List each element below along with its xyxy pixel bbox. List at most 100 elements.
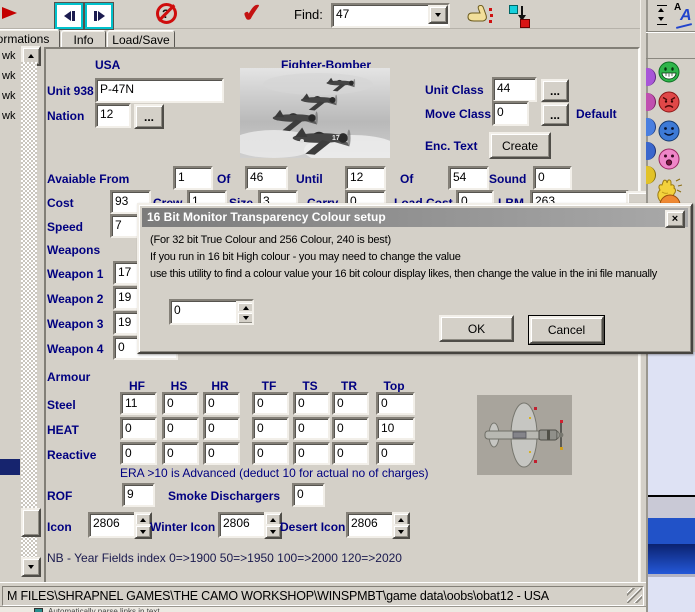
move-class-browse-button[interactable]: ... <box>541 103 569 126</box>
steel-top[interactable]: 0 <box>376 392 415 415</box>
steel-hs[interactable]: 0 <box>162 392 199 415</box>
find-combobox[interactable]: 47 <box>331 3 450 28</box>
status-bar: M FILES\SHRAPNEL GAMES\THE CAMO WORKSHOP… <box>0 582 646 607</box>
armour-col-hr: HR <box>203 379 237 393</box>
next-unit-button[interactable] <box>85 3 113 29</box>
prev-unit-button[interactable] <box>55 3 83 29</box>
smiley-partial-blue2[interactable] <box>646 142 656 160</box>
reactive-hs[interactable]: 0 <box>162 442 199 465</box>
dialog-close-button[interactable]: × <box>665 210 685 228</box>
unit-class-field[interactable]: 44 <box>492 77 537 102</box>
icon-label: Icon <box>47 520 72 534</box>
pointing-hand-icon[interactable] <box>466 5 494 25</box>
scrollbar-track[interactable] <box>21 62 37 557</box>
nation-field[interactable]: 12 <box>95 103 131 128</box>
unit-name-field[interactable]: P-47N <box>95 78 224 103</box>
status-field: M FILES\SHRAPNEL GAMES\THE CAMO WORKSHOP… <box>2 586 644 606</box>
heat-ts[interactable]: 0 <box>293 417 330 440</box>
smiley-partial-purple[interactable] <box>646 68 656 86</box>
available-from-label: Avaiable From <box>47 172 129 186</box>
reactive-hf[interactable]: 0 <box>120 442 157 465</box>
reactive-hr[interactable]: 0 <box>203 442 240 465</box>
smoke-label: Smoke Dischargers <box>168 489 280 503</box>
sliver-text: Automatically parse links in text <box>48 607 160 612</box>
font-color-icon[interactable]: A A <box>674 2 694 30</box>
unit-list[interactable]: wk wk wk wk <box>0 47 20 580</box>
sound-field[interactable]: 0 <box>533 166 572 190</box>
available-from-field[interactable]: 1 <box>173 166 213 190</box>
reactive-tf[interactable]: 0 <box>252 442 289 465</box>
move-class-field[interactable]: 0 <box>492 101 529 126</box>
steel-hr[interactable]: 0 <box>203 392 240 415</box>
step-back-icon <box>64 11 75 21</box>
checkbox-icon <box>34 608 43 612</box>
heat-tf[interactable]: 0 <box>252 417 289 440</box>
find-dropdown-button[interactable] <box>428 5 448 24</box>
spin-up-icon <box>270 518 276 522</box>
heat-hs[interactable]: 0 <box>162 417 199 440</box>
steel-tr[interactable]: 0 <box>332 392 369 415</box>
toolbar: ? ✔ Find: 47 <box>0 0 640 29</box>
smiley-partial-blue[interactable] <box>646 118 656 136</box>
armour-col-tr: TR <box>332 379 366 393</box>
until-of-field[interactable]: 54 <box>448 166 489 190</box>
smoke-field[interactable]: 0 <box>292 483 325 507</box>
smiley-surprised-icon[interactable] <box>658 148 680 170</box>
icon-field[interactable]: 2806 <box>88 512 137 538</box>
nation-browse-button[interactable]: ... <box>134 104 164 129</box>
winter-icon-field[interactable]: 2806 <box>218 512 267 538</box>
armour-col-hf: HF <box>120 379 154 393</box>
icon-spinner[interactable] <box>134 512 148 536</box>
dialog-titlebar[interactable]: 16 Bit Monitor Transparency Colour setup… <box>142 208 688 227</box>
smiley-angry-icon[interactable] <box>658 91 680 113</box>
confirm-check-icon[interactable]: ✔ <box>241 0 264 29</box>
list-item[interactable]: wk <box>2 90 15 102</box>
smiley-grin-icon[interactable] <box>658 61 680 83</box>
screen: ? ✔ Find: 47 ormations <box>0 0 695 612</box>
scrollbar-thumb[interactable] <box>21 508 41 537</box>
no-entry-icon[interactable]: ? <box>156 3 177 24</box>
steel-ts[interactable]: 0 <box>293 392 330 415</box>
colour-value-spinner[interactable] <box>236 301 251 321</box>
heat-top[interactable]: 10 <box>376 417 415 440</box>
heat-hr[interactable]: 0 <box>203 417 240 440</box>
until-label: Until <box>296 172 323 186</box>
heat-hf[interactable]: 0 <box>120 417 157 440</box>
steel-hf[interactable]: 11 <box>120 392 157 415</box>
cancel-button[interactable]: Cancel <box>529 316 604 344</box>
of1-label: Of <box>217 172 230 186</box>
steel-tf[interactable]: 0 <box>252 392 289 415</box>
list-item[interactable]: wk <box>2 110 15 122</box>
until-field[interactable]: 12 <box>345 166 386 190</box>
reactive-tr[interactable]: 0 <box>332 442 369 465</box>
smiley-blue-icon[interactable] <box>658 120 680 142</box>
available-of-field[interactable]: 46 <box>245 166 288 190</box>
reactive-top[interactable]: 0 <box>376 442 415 465</box>
list-item-selected[interactable] <box>0 459 20 475</box>
find-label: Find: <box>294 7 323 22</box>
armour-col-ts: TS <box>293 379 327 393</box>
transparency-tool-icon[interactable] <box>508 4 530 26</box>
smiley-partial-magenta[interactable] <box>646 93 656 111</box>
desert-icon-field[interactable]: 2806 <box>346 512 395 538</box>
list-item[interactable]: wk <box>2 70 15 82</box>
desert-icon-spinner[interactable] <box>392 512 406 536</box>
scrollbar-down-button[interactable] <box>21 557 41 577</box>
rof-field[interactable]: 9 <box>122 483 155 507</box>
ok-button[interactable]: OK <box>439 315 514 342</box>
move-class-label: Move Class <box>425 107 491 121</box>
reactive-ts[interactable]: 0 <box>293 442 330 465</box>
heat-tr[interactable]: 0 <box>332 417 369 440</box>
nation-label: Nation <box>47 109 84 123</box>
speed-label: Speed <box>47 220 83 234</box>
winter-icon-spinner[interactable] <box>264 512 278 536</box>
cost-label: Cost <box>47 196 74 210</box>
line-spacing-icon[interactable] <box>656 5 668 27</box>
colour-value-field[interactable]: 0 <box>169 299 254 325</box>
svg-text:17: 17 <box>332 135 340 142</box>
list-item[interactable]: wk <box>2 50 15 62</box>
dialog-title: 16 Bit Monitor Transparency Colour setup <box>147 210 386 224</box>
resize-grip[interactable] <box>627 588 642 603</box>
unit-class-browse-button[interactable]: ... <box>541 79 569 102</box>
create-button[interactable]: Create <box>489 132 551 159</box>
